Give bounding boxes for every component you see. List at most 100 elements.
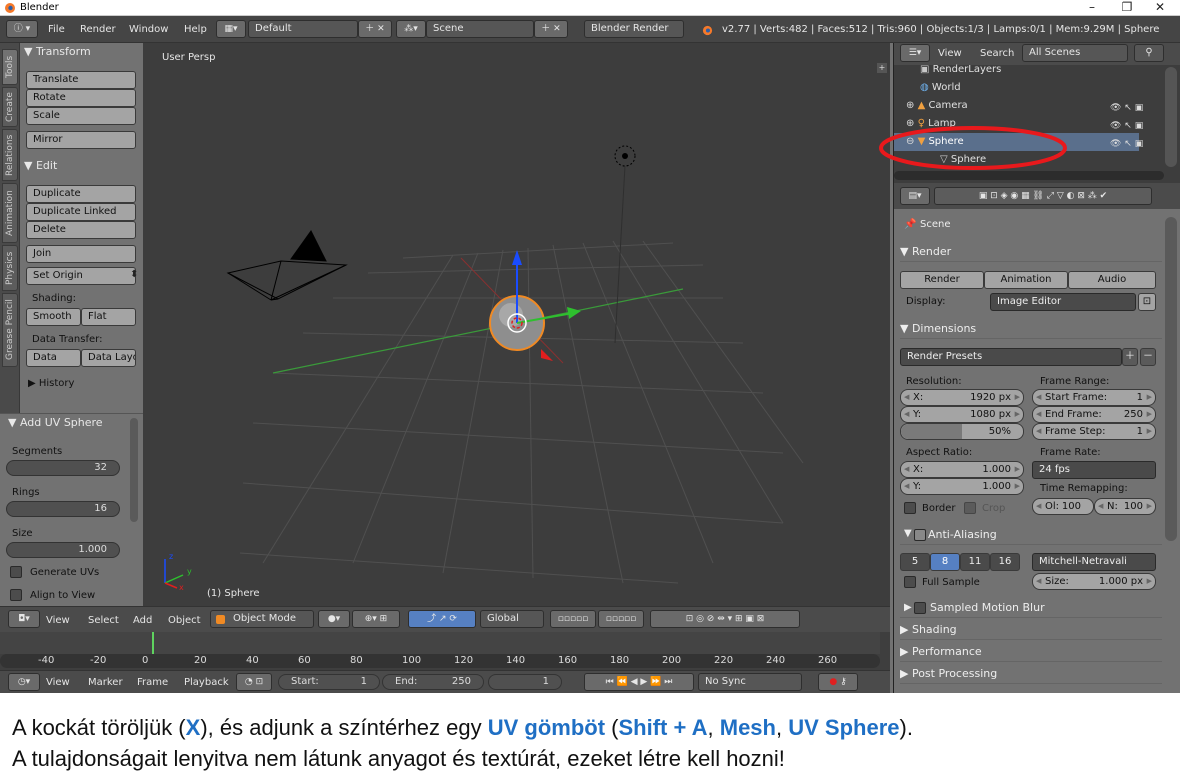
scene-add-remove-icon[interactable]: ＋ ✕ — [534, 20, 568, 38]
menu-object[interactable]: Object — [168, 615, 201, 626]
menu-help[interactable]: Help — [184, 24, 207, 35]
anti-aliasing-checkbox[interactable] — [914, 529, 926, 541]
menu-window[interactable]: Window — [129, 24, 168, 35]
size-field[interactable]: 1.000 — [6, 542, 120, 558]
manipulator-icons[interactable]: ⤴ ↗ ⟳ — [408, 610, 476, 628]
border-checkbox[interactable] — [904, 502, 916, 514]
editor-type-icon[interactable]: ◷▾ — [8, 673, 40, 691]
tab-relations[interactable]: Relations — [2, 129, 18, 181]
menu-select[interactable]: Select — [88, 615, 119, 626]
camera-object[interactable] — [226, 230, 348, 301]
current-frame-field[interactable]: 1 — [488, 674, 562, 690]
end-frame-field[interactable]: ◀ End Frame: 250 ▶ — [1032, 406, 1156, 423]
playback-controls[interactable]: ⏮ ⏪ ◀ ▶ ⏩ ⏭ — [584, 673, 694, 691]
render-section-header[interactable]: ▼ Render — [900, 242, 1162, 262]
record-icon[interactable]: ● ⚷ — [818, 673, 858, 691]
menu-frame[interactable]: Frame — [137, 677, 168, 688]
resolution-percentage-slider[interactable]: 50% — [900, 423, 1024, 440]
aspect-y-field[interactable]: ◀ Y: 1.000 ▶ — [900, 478, 1024, 495]
delete-button[interactable]: Delete — [26, 221, 136, 239]
orientation-select[interactable]: Global — [480, 610, 544, 628]
resolution-y-field[interactable]: ◀ Y: 1080 px ▶ — [900, 406, 1024, 423]
mode-select[interactable]: Object Mode — [210, 610, 314, 628]
aa-samples-8[interactable]: 8 — [930, 553, 960, 571]
menu-search[interactable]: Search — [980, 48, 1014, 59]
render-button[interactable]: Render — [900, 271, 984, 289]
tab-animation[interactable]: Animation — [2, 183, 18, 243]
align-to-view-checkbox[interactable] — [10, 589, 22, 601]
lamp-object[interactable] — [614, 145, 636, 344]
menu-view[interactable]: View — [46, 615, 70, 626]
layout-add-remove-icon[interactable]: ＋ ✕ — [358, 20, 392, 38]
performance-section-header[interactable]: ▶ Performance — [900, 642, 1162, 662]
full-sample-checkbox[interactable] — [904, 576, 916, 588]
post-processing-section-header[interactable]: ▶ Post Processing — [900, 664, 1162, 684]
plus-icon[interactable]: + — [877, 63, 887, 73]
flat-button[interactable]: Flat — [81, 308, 136, 326]
lock-icon[interactable]: ◔ ⊡ — [236, 673, 272, 691]
aa-size-field[interactable]: ◀ Size: 1.000 px ▶ — [1032, 573, 1156, 590]
properties-scrollbar[interactable] — [1165, 217, 1177, 541]
tab-physics[interactable]: Physics — [2, 245, 18, 291]
rings-field[interactable]: 16 — [6, 501, 120, 517]
context-tab-icons[interactable]: ▣ ⊡ ◈ ◉ ▦ ⛓ ⤢ ▽ ◐ ⊠ ⁂ ✔ — [934, 187, 1152, 205]
tab-create[interactable]: Create — [2, 87, 18, 127]
animation-button[interactable]: Animation — [984, 271, 1068, 289]
scene-filter-select[interactable]: All Scenes — [1022, 44, 1128, 62]
add-uv-sphere-header[interactable]: ▼ Add UV Sphere — [8, 414, 103, 432]
duplicate-linked-button[interactable]: Duplicate Linked — [26, 203, 136, 221]
duplicate-button[interactable]: Duplicate — [26, 185, 136, 203]
pin-icon[interactable]: 📌 — [904, 219, 916, 230]
outliner-row-world[interactable]: ◍ World — [920, 79, 1180, 97]
outliner-hscrollbar[interactable] — [894, 171, 1164, 180]
pivot-icon[interactable]: ⊕▾ ⊞ — [352, 610, 400, 628]
add-preset-icon[interactable]: ＋ — [1122, 348, 1138, 366]
menu-render[interactable]: Render — [80, 24, 116, 35]
timeline[interactable]: -40 -20 0 20 40 60 80 100 120 140 160 180 200 220 240 2… — [0, 632, 890, 670]
history-panel-header[interactable]: ▶ History — [28, 375, 74, 393]
editor-type-icon[interactable]: ⓘ ▾ — [6, 20, 38, 38]
smooth-button[interactable]: Smooth — [26, 308, 81, 326]
time-remap-old-field[interactable]: ◀ Ol: 100 — [1032, 498, 1094, 515]
edit-panel-header[interactable]: ▼ Edit — [24, 157, 57, 175]
display-select[interactable]: Image Editor — [990, 293, 1136, 311]
menu-view[interactable]: View — [46, 677, 70, 688]
frame-step-field[interactable]: ◀ Frame Step: 1 ▶ — [1032, 423, 1156, 440]
current-frame-line[interactable] — [152, 632, 154, 654]
data-layout-button[interactable]: Data Layo — [81, 349, 136, 367]
remove-preset-icon[interactable]: － — [1140, 348, 1156, 366]
close-button[interactable]: ✕ — [1140, 0, 1180, 16]
aa-samples-11[interactable]: 11 — [960, 553, 990, 571]
aa-filter-select[interactable]: Mitchell-Netravali — [1032, 553, 1156, 571]
generate-uvs-checkbox[interactable] — [10, 566, 22, 578]
rotate-button[interactable]: Rotate — [26, 89, 136, 107]
redo-scrollbar[interactable] — [130, 418, 138, 522]
editor-type-icon[interactable]: ☰▾ — [900, 44, 930, 62]
render-display-icon[interactable]: ⊡ — [1138, 293, 1156, 311]
render-engine-select[interactable]: Blender Render — [584, 20, 684, 38]
menu-playback[interactable]: Playback — [184, 677, 229, 688]
shading-section-header[interactable]: ▶ Shading — [900, 620, 1162, 640]
motion-blur-checkbox[interactable] — [914, 602, 926, 614]
layout-icon[interactable]: ▦▾ — [216, 20, 246, 38]
start-frame-field[interactable]: ◀ Start Frame: 1 ▶ — [1032, 389, 1156, 406]
resolution-x-field[interactable]: ◀ X: 1920 px ▶ — [900, 389, 1024, 406]
menu-marker[interactable]: Marker — [88, 677, 123, 688]
set-origin-button[interactable]: Set Origin — [26, 267, 136, 285]
time-remap-new-field[interactable]: ◀ N: 100 ▶ — [1094, 498, 1156, 515]
start-frame-field[interactable]: Start: 1 — [278, 674, 380, 690]
tab-tools[interactable]: Tools — [2, 49, 18, 85]
outliner-vscrollbar[interactable] — [1165, 67, 1177, 167]
search-icon[interactable]: ⚲ — [1134, 44, 1164, 62]
aa-samples-5[interactable]: 5 — [900, 553, 930, 571]
scale-button[interactable]: Scale — [26, 107, 136, 125]
render-presets-select[interactable]: Render Presets — [900, 348, 1122, 366]
shading-mode-icon[interactable]: ●▾ — [318, 610, 350, 628]
dimensions-section-header[interactable]: ▼ Dimensions — [900, 319, 1162, 339]
outliner-row-renderlayers[interactable]: ▣ RenderLayers — [920, 61, 1180, 79]
scene-field[interactable]: Scene — [426, 20, 534, 38]
editor-type-icon[interactable]: ◘▾ — [8, 610, 40, 628]
transform-panel-header[interactable]: ▼ Transform — [24, 43, 91, 61]
sync-select[interactable]: No Sync — [698, 673, 802, 691]
scene-icon[interactable]: ⁂▾ — [396, 20, 426, 38]
